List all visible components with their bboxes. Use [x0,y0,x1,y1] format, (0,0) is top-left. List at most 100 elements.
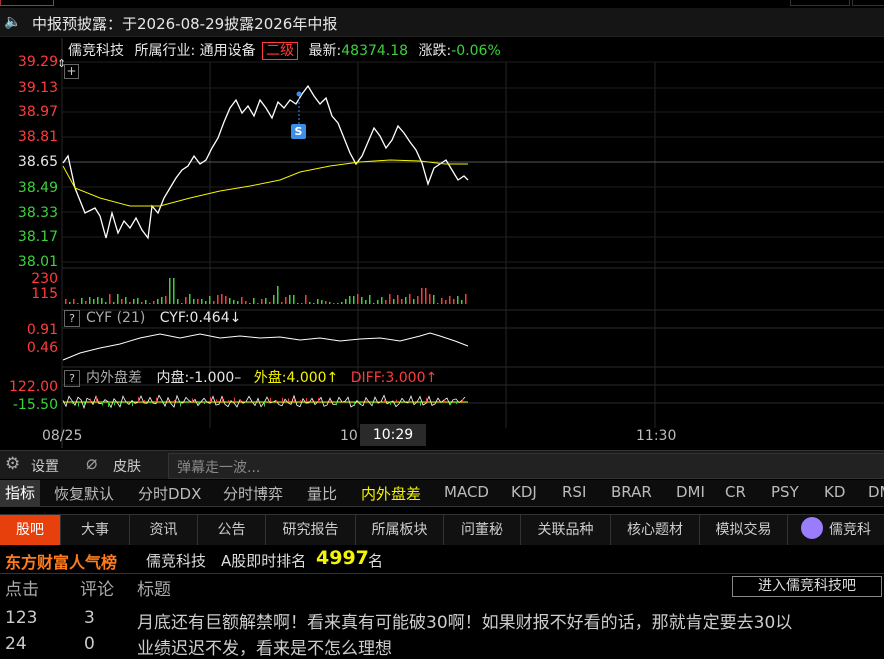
price-tick: 38.97 [0,104,58,120]
help-icon[interactable]: ? [64,310,80,327]
volume-bar [153,301,155,304]
volume-bar [277,286,279,304]
indicator-tabs: 指标 恢复默认 分时DDX 分时博弈 量比 内外盘差 MACD KDJ RSI … [0,480,884,507]
nwpc-bar [306,398,307,402]
crosshair-toggle-icon[interactable]: + [64,64,79,79]
nwpc-bar [84,402,85,406]
tab-ask-secretary[interactable]: 问董秘 [444,515,521,545]
tab-related[interactable]: 关联品种 [521,515,611,545]
price-tick: 38.81 [0,129,58,145]
tab-stock-bot-label: 儒竞科 [829,522,871,538]
tab-macd[interactable]: MACD [444,483,489,501]
tab-indicator[interactable]: 指标 [0,480,40,506]
nwpc-bar [240,400,241,402]
volume-bar [465,294,467,304]
volume-bar [265,298,267,304]
top-tab-stub[interactable] [790,0,850,6]
tab-sector[interactable]: 所属板块 [356,515,444,545]
tab-restore-default[interactable]: 恢复默认 [54,483,114,504]
notice-text: 中报预披露：于2026-08-29披露2026年中报 [32,13,337,34]
time-end: 11:30 [636,428,676,444]
post-comments: 0 [84,634,95,654]
tab-guba[interactable]: 股吧 [0,515,61,545]
skin-button[interactable]: 皮肤 [113,456,141,476]
col-title: 标题 [137,575,171,600]
tab-simulated-trading[interactable]: 模拟交易 [700,515,788,545]
volume-bar [457,296,459,304]
volume-bar [353,296,355,304]
skin-icon[interactable]: ⌀ [86,452,97,474]
cyf-value: CYF:0.464↓ [160,310,242,326]
tab-game[interactable]: 分时博弈 [223,483,283,504]
nwpc-bar [72,402,73,404]
level-badge[interactable]: 二级 [262,42,298,60]
nwpc-bar [186,402,187,403]
tab-brar[interactable]: BRAR [611,483,652,501]
price-tick: 39.29 [0,54,58,70]
price-tick: 38.33 [0,205,58,221]
post-title[interactable]: 业绩迟迟不发，看来是不怎么理想 [137,634,392,659]
volume-bar [145,300,147,304]
tab-dmi[interactable]: DMI [676,483,705,501]
time-start: 08/25 [42,428,82,444]
volume-bar [229,298,231,304]
tab-nwpc[interactable]: 内外盘差 [361,483,421,504]
tab-research[interactable]: 研究报告 [266,515,356,545]
nwpc-bar [282,398,283,402]
enter-guba-button[interactable]: 进入儒竞科技吧 [732,576,882,597]
volume-bar [161,297,163,304]
tab-events[interactable]: 大事 [61,515,130,545]
volume-bar [321,300,323,304]
volume-bar [121,299,123,304]
signal-marker[interactable]: S [291,124,306,139]
nwpc-bar [264,402,265,406]
tab-core-theme[interactable]: 核心题材 [611,515,700,545]
volume-bar [361,297,363,304]
volume-tick: 115 [0,286,58,302]
tab-kdj[interactable]: KDJ [511,483,537,501]
volume-bar [369,295,371,304]
volume-bar [149,303,151,304]
nwpc-bar [216,399,217,402]
tab-psy[interactable]: PSY [771,483,799,501]
nwpc-bar [294,398,295,402]
tab-kd[interactable]: KD [824,483,845,501]
settings-button[interactable]: 设置 [31,456,59,476]
tab-cr[interactable]: CR [725,483,746,501]
gear-icon[interactable]: ⚙ [5,454,20,474]
nwpc-title: 内外盘差 [86,370,142,386]
tab-announcements[interactable]: 公告 [198,515,266,545]
volume-bar [129,302,131,304]
nwpc-bar [300,400,301,402]
tab-rsi[interactable]: RSI [562,483,586,501]
nwpc-bar [66,401,67,402]
nwpc-tick: 122.00 [0,379,58,395]
tab-volume-ratio[interactable]: 量比 [307,483,337,504]
top-tab-stub[interactable] [0,0,54,6]
nwpc-bar [288,398,289,402]
volume-bar [357,294,359,304]
industry-name[interactable]: 通用设备 [200,43,256,59]
volume-bar [409,294,411,304]
volume-bar [453,299,455,304]
nwpc-bar [426,398,427,402]
help-icon[interactable]: ? [64,370,80,387]
tab-dm[interactable]: DM [868,483,884,501]
tab-news[interactable]: 资讯 [130,515,198,545]
nwpc-bar [114,402,115,405]
nwpc-bar [228,400,229,402]
volume-bar [173,278,175,304]
tab-ddx[interactable]: 分时DDX [138,483,201,504]
volume-bar [105,302,107,304]
notice-bar[interactable]: 🔈 中报预披露：于2026-08-29披露2026年中报 [0,8,884,37]
nwpc-bar [372,402,373,404]
nwpc-bar [96,397,97,402]
post-title[interactable]: 月底还有巨额解禁啊！看来真有可能破30啊！如果财报不好看的话，那就肯定要去30以 [137,608,792,633]
volume-bar [381,297,383,304]
nwpc-bar [336,402,337,405]
danmu-input[interactable]: 弹幕走一波... [168,453,884,479]
top-tab-stub[interactable] [852,0,884,6]
hot-brand[interactable]: 东方财富人气榜 [5,549,117,573]
tab-stock-bot[interactable]: 儒竞科 [788,515,884,545]
price-tick: 38.01 [0,254,58,270]
